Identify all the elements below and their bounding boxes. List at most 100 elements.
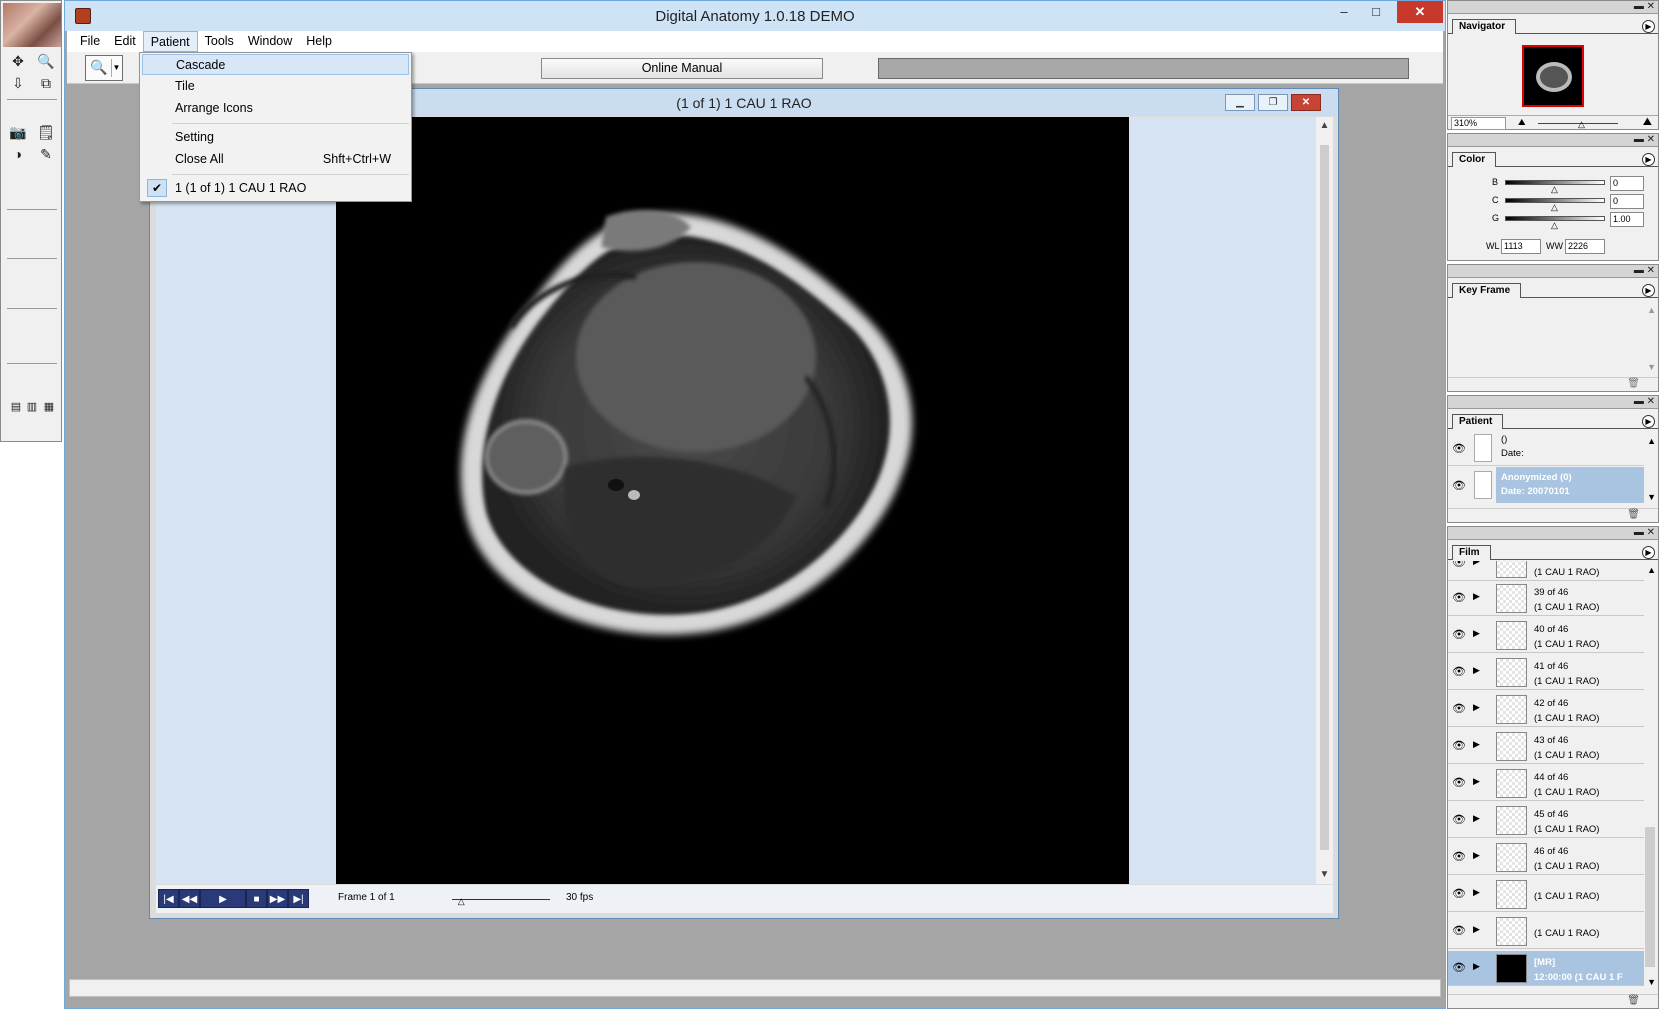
chevron-down-icon[interactable]: ▼ [111,59,121,77]
navigator-thumbnail[interactable] [1522,45,1584,107]
scroll-up-icon[interactable]: ▲ [1647,305,1656,315]
trash-icon[interactable]: 🗑 [1627,378,1640,389]
film-row-selected[interactable]: 👁 ▶ [MR] 12:00:00 (1 CAU 1 F [1448,951,1644,986]
panel-menu-icon[interactable]: ▶ [1642,546,1655,559]
child-restore-button[interactable]: ❐ [1258,94,1288,111]
eye-icon[interactable]: 👁 [1451,776,1467,789]
trash-icon[interactable]: 🗑 [1627,509,1640,520]
slider-knob-icon[interactable]: △ [458,896,465,907]
tab-navigator[interactable]: Navigator [1452,19,1517,34]
play-icon[interactable]: ▶ [1473,924,1480,935]
patient-row-selected[interactable]: 👁 Anonymized (0) Date: 20070101 [1448,467,1644,503]
camera-icon[interactable]: 📷 [7,122,29,142]
screen-mode-3-icon[interactable]: ▦ [38,396,60,416]
scrollbar-thumb[interactable] [1320,145,1329,850]
fast-forward-button[interactable]: ▶▶ [267,889,288,908]
vertical-scrollbar[interactable]: ▲ ▼ [1316,117,1333,884]
film-row[interactable]: 👁 ▶ 43 of 46 (1 CAU 1 RAO) [1448,729,1644,764]
eye-icon[interactable]: 👁 [1452,479,1466,492]
eye-icon[interactable]: 👁 [1451,813,1467,826]
film-row[interactable]: 👁 ▶ 46 of 46 (1 CAU 1 RAO) [1448,840,1644,875]
copy-tool-icon[interactable]: ⧉ [35,73,57,93]
panel-window-controls[interactable]: ▬ ✕ [1634,1,1655,13]
brightness-value[interactable]: 0 [1610,176,1644,191]
stop-button[interactable]: ■ [246,889,267,908]
minimize-button[interactable]: – [1329,1,1359,23]
tab-patient[interactable]: Patient [1452,414,1504,429]
panel-menu-icon[interactable]: ▶ [1642,20,1655,33]
play-icon[interactable]: ▶ [1473,591,1480,602]
menu-file[interactable]: File [73,31,107,52]
play-button[interactable]: ▶ [200,889,246,908]
contrast-icon[interactable]: ◑ [7,144,29,164]
close-button[interactable]: ✕ [1397,1,1443,23]
zoom-slider[interactable]: △ [1538,119,1618,129]
pan-tool-icon[interactable]: ⇩ [7,73,29,93]
play-icon[interactable]: ▶ [1473,850,1480,861]
film-row[interactable]: 👁 ▶ (1 CAU 1 RAO) [1448,877,1644,912]
move-tool-icon[interactable]: ✥ [7,51,29,71]
child-minimize-button[interactable]: ▁ [1225,94,1255,111]
panel-window-controls[interactable]: ▬ ✕ [1634,527,1655,539]
mri-image[interactable] [336,117,1129,884]
zoom-tool-icon[interactable]: 🔍 [35,51,57,71]
eye-icon[interactable]: 👁 [1452,442,1466,455]
ww-field[interactable]: 2226 [1565,239,1605,254]
menu-tools[interactable]: Tools [198,31,241,52]
tab-film[interactable]: Film [1452,545,1491,560]
film-list[interactable]: 👁 ▶ (1 CAU 1 RAO) 👁 ▶ 39 of 46 (1 CAU 1 RA… [1448,561,1644,993]
scroll-down-icon[interactable]: ▼ [1647,492,1656,502]
scroll-up-icon[interactable]: ▲ [1647,436,1656,446]
eye-icon[interactable]: 👁 [1451,961,1467,974]
scroll-up-icon[interactable]: ▲ [1316,117,1333,135]
film-row[interactable]: 👁 ▶ 42 of 46 (1 CAU 1 RAO) [1448,692,1644,727]
play-icon[interactable]: ▶ [1473,739,1480,750]
first-frame-button[interactable]: |◀ [158,889,179,908]
fps-slider[interactable]: △ [452,896,550,906]
tab-key-frame[interactable]: Key Frame [1452,283,1522,298]
panel-menu-icon[interactable]: ▶ [1642,415,1655,428]
rewind-button[interactable]: ◀◀ [179,889,200,908]
play-icon[interactable]: ▶ [1473,628,1480,639]
slider-knob-icon[interactable]: △ [1578,119,1585,130]
menu-window[interactable]: Window [241,31,299,52]
scroll-up-icon[interactable]: ▲ [1647,565,1656,575]
scrollbar-thumb[interactable] [1645,827,1655,967]
panel-menu-icon[interactable]: ▶ [1642,284,1655,297]
eye-icon[interactable]: 👁 [1451,561,1467,569]
eye-icon[interactable]: 👁 [1451,628,1467,641]
eye-icon[interactable]: 👁 [1451,591,1467,604]
play-icon[interactable]: ▶ [1473,887,1480,898]
slider-knob-icon[interactable]: △ [1551,220,1558,231]
contrast-value[interactable]: 0 [1610,194,1644,209]
zoom-tool-selector[interactable]: 🔍 ▼ [85,55,123,81]
menu-patient[interactable]: Patient [142,31,198,52]
notes-icon[interactable]: 🗒 [35,122,57,142]
menu-item-cascade[interactable]: Cascade [142,54,409,75]
menu-edit[interactable]: Edit [107,31,143,52]
eyedropper-icon[interactable]: ✎ [35,144,57,164]
eye-icon[interactable]: 👁 [1451,739,1467,752]
play-icon[interactable]: ▶ [1473,776,1480,787]
film-row[interactable]: 👁 ▶ 41 of 46 (1 CAU 1 RAO) [1448,655,1644,690]
film-row[interactable]: 👁 ▶ 40 of 46 (1 CAU 1 RAO) [1448,618,1644,653]
film-row[interactable]: 👁 ▶ 45 of 46 (1 CAU 1 RAO) [1448,803,1644,838]
maximize-button[interactable]: □ [1361,1,1391,23]
panel-menu-icon[interactable]: ▶ [1642,153,1655,166]
film-row[interactable]: 👁 ▶ (1 CAU 1 RAO) [1448,561,1644,581]
keyframe-list[interactable] [1448,299,1648,377]
menu-item-window-1[interactable]: ✔ 1 (1 of 1) 1 CAU 1 RAO [142,178,409,199]
eye-icon[interactable]: 👁 [1451,850,1467,863]
play-icon[interactable]: ▶ [1473,961,1480,972]
panel-window-controls[interactable]: ▬ ✕ [1634,396,1655,408]
play-icon[interactable]: ▶ [1473,665,1480,676]
wl-field[interactable]: 1113 [1501,239,1541,254]
eye-icon[interactable]: 👁 [1451,887,1467,900]
child-close-button[interactable]: ✕ [1291,94,1321,111]
gamma-value[interactable]: 1.00 [1610,212,1644,227]
eye-icon[interactable]: 👁 [1451,924,1467,937]
panel-window-controls[interactable]: ▬ ✕ [1634,134,1655,146]
zoom-level-field[interactable]: 310% [1451,117,1506,130]
menu-item-close-all[interactable]: Close All Shft+Ctrl+W [142,149,409,170]
eye-icon[interactable]: 👁 [1451,702,1467,715]
